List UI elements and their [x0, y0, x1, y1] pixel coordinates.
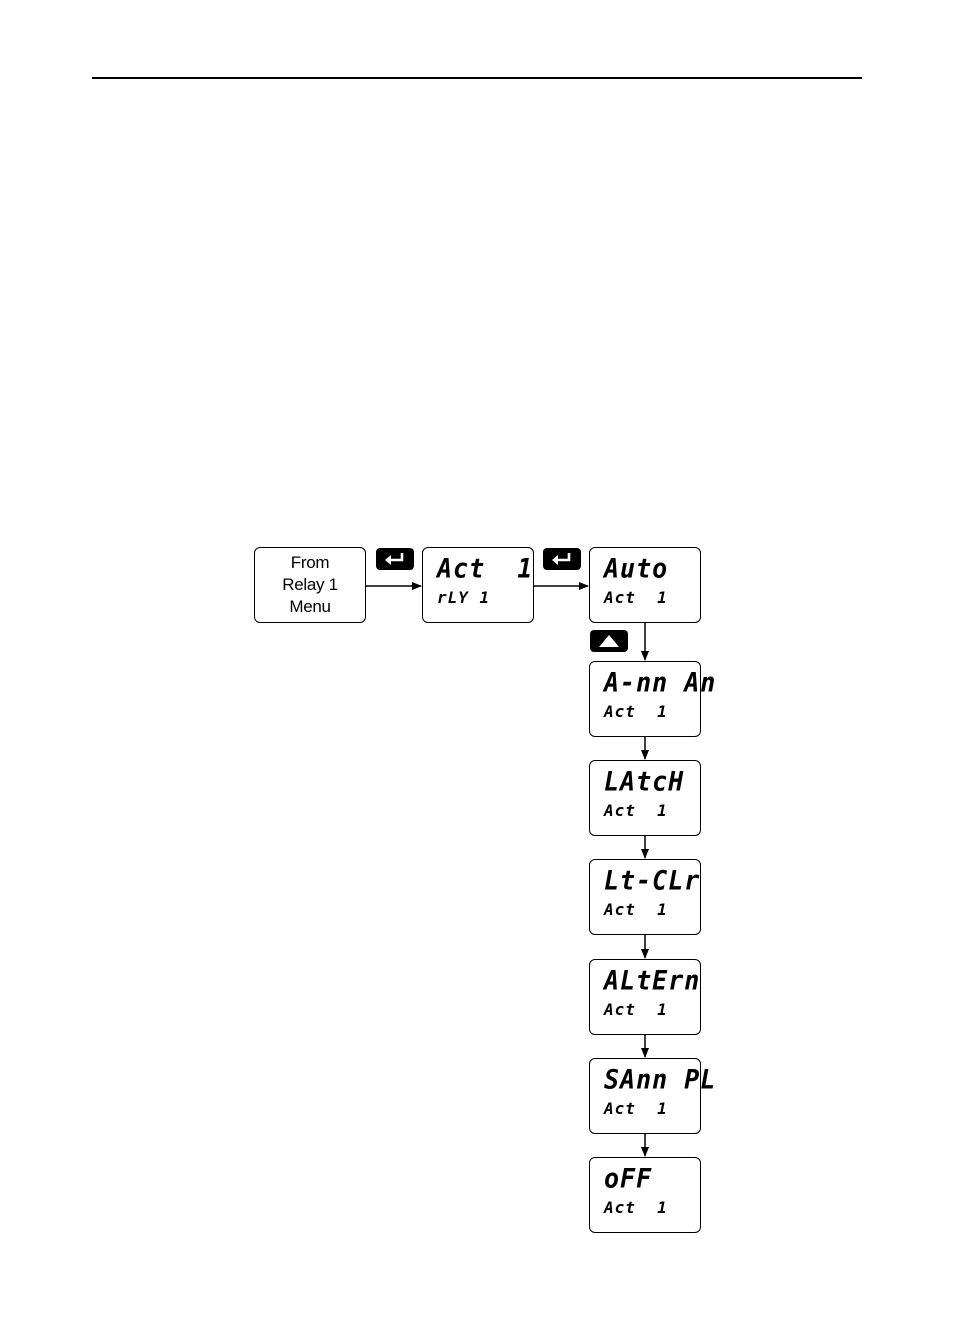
- flow-arrows: [366, 582, 649, 1157]
